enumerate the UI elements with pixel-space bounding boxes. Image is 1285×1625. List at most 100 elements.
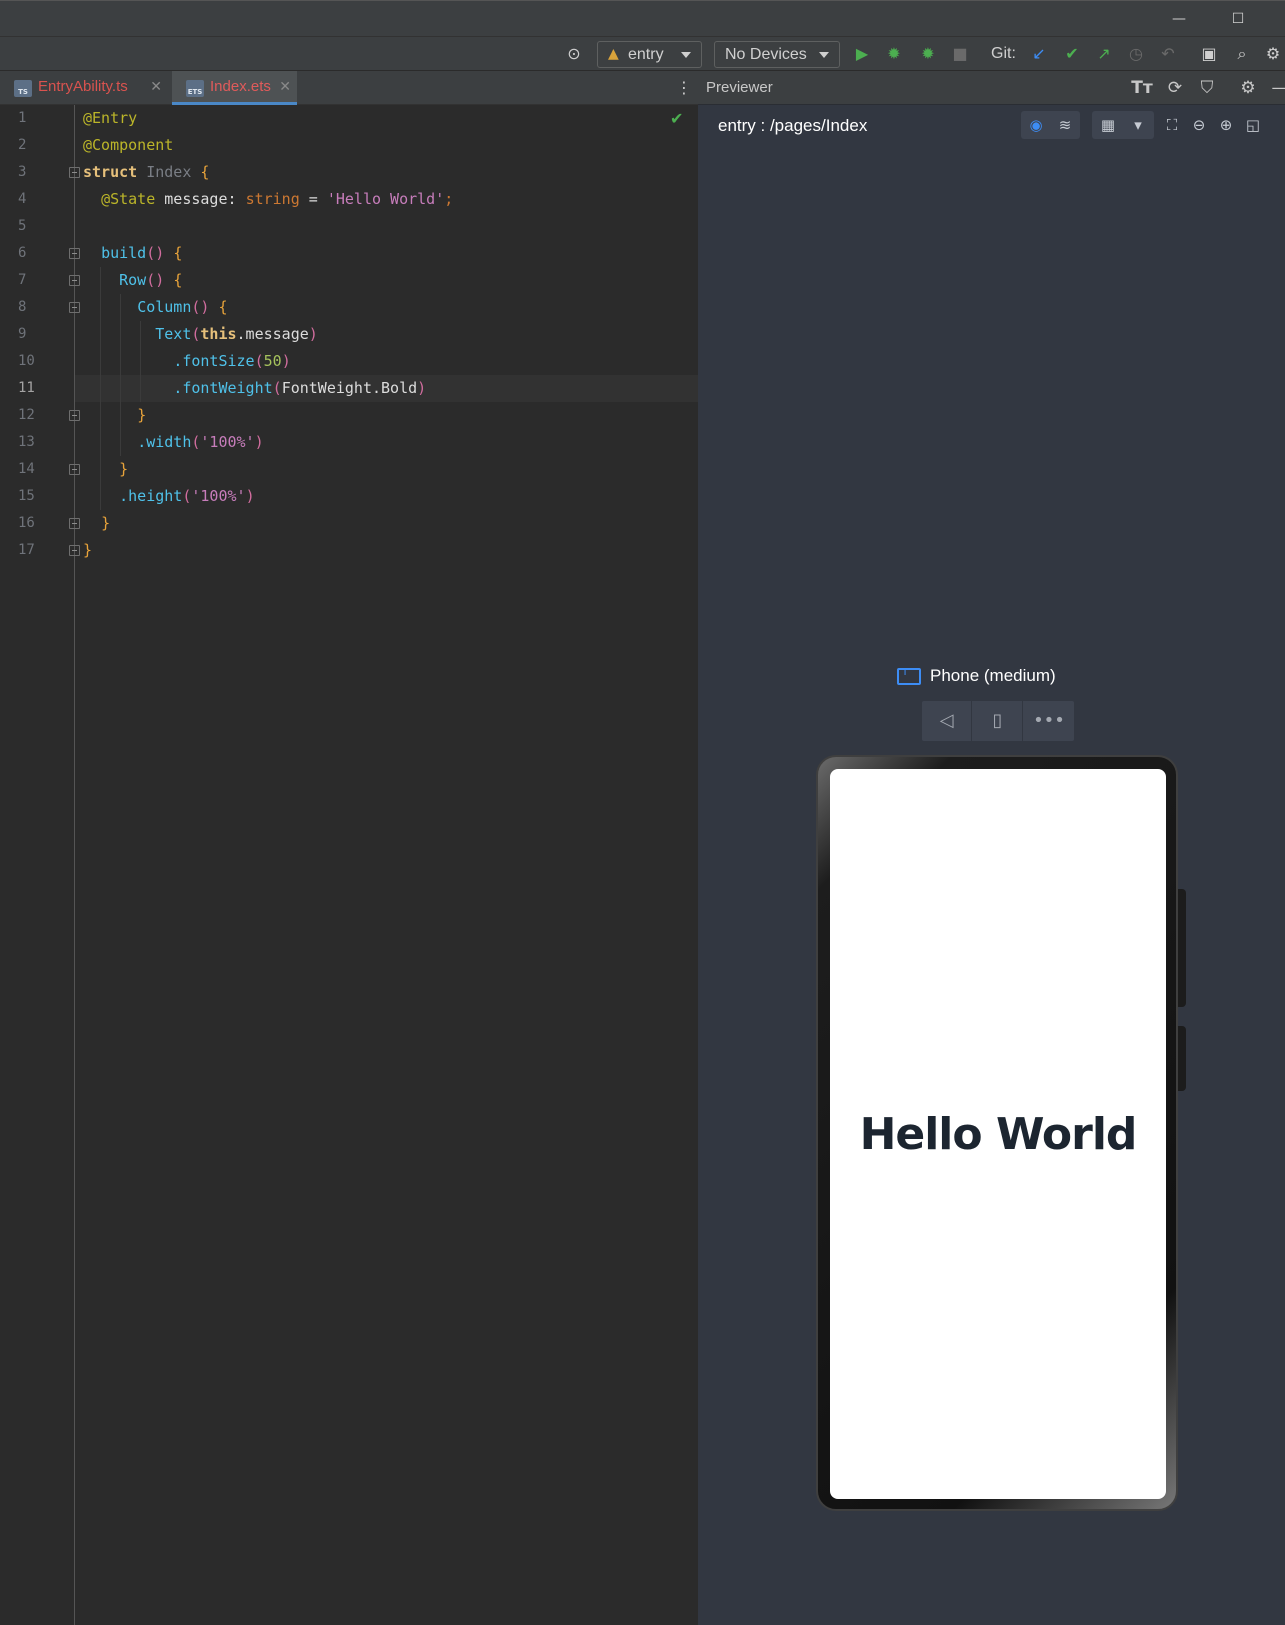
debug-icon[interactable]: ✹ xyxy=(883,43,905,65)
more-icon[interactable]: ••• xyxy=(1024,701,1074,741)
line-number: 15 xyxy=(18,488,35,504)
back-icon[interactable]: ◁ xyxy=(922,701,972,741)
git-label: Git: xyxy=(991,45,1016,62)
history-icon[interactable]: ◷ xyxy=(1125,43,1147,65)
module-icon: ▲ xyxy=(608,46,619,62)
page-path: entry : /pages/Index xyxy=(718,116,868,135)
phone-screen[interactable]: Hello World xyxy=(830,769,1166,1499)
code-line[interactable]: Column() { xyxy=(83,294,227,321)
line-number: 11 xyxy=(18,380,35,396)
fold-marker-icon[interactable] xyxy=(69,167,80,178)
target-icon[interactable]: ⊙ xyxy=(563,43,585,65)
rollback-icon[interactable]: ↶ xyxy=(1157,43,1179,65)
code-line[interactable]: .fontSize(50) xyxy=(83,348,290,375)
code-token: } xyxy=(83,541,93,559)
code-line[interactable]: .height('100%') xyxy=(83,483,254,510)
code-line[interactable]: Text(this.message) xyxy=(83,321,318,348)
tab-entryability[interactable]: TS EntryAbility.ts ✕ xyxy=(0,71,168,105)
line-number: 6 xyxy=(18,245,27,261)
code-line[interactable]: .width('100%') xyxy=(83,429,263,456)
tab-index[interactable]: ETS Index.ets ✕ xyxy=(172,71,297,105)
code-line[interactable]: .fontWeight(FontWeight.Bold) xyxy=(83,375,426,402)
close-icon[interactable]: ✕ xyxy=(150,71,162,103)
previewer-header: Previewer Tт ⟳ ⛉ ⚙ — xyxy=(698,71,1285,105)
line-number: 14 xyxy=(18,461,35,477)
code-editor[interactable]: 1 2 3 4 5 6 7 8 9 10 11 12 13 14 15 16 17 ✔ @Entry @Compo… xyxy=(0,105,698,1625)
code-line[interactable]: @State message: string = 'Hello World'; xyxy=(83,186,453,213)
zoom-out-icon[interactable]: ⊖ xyxy=(1187,111,1211,139)
fold-marker-icon[interactable] xyxy=(69,545,80,556)
code-line[interactable]: } xyxy=(83,537,92,564)
code-token: } xyxy=(119,460,129,478)
code-token: message xyxy=(155,190,228,208)
code-line[interactable]: struct Index { xyxy=(83,159,209,186)
line-number: 16 xyxy=(18,515,35,531)
git-push-icon[interactable]: ↗ xyxy=(1093,43,1115,65)
ets-file-icon: ETS xyxy=(186,80,204,97)
code-line[interactable]: Row() { xyxy=(83,267,182,294)
phone-side-button xyxy=(1178,889,1186,1007)
run-icon[interactable]: ▶ xyxy=(851,43,873,65)
code-token: () xyxy=(146,271,165,289)
inspector-icon[interactable]: ◉ xyxy=(1023,111,1049,139)
maximize-button[interactable]: ☐ xyxy=(1227,9,1249,29)
code-token: .width xyxy=(137,433,192,451)
fold-marker-icon[interactable] xyxy=(69,248,80,259)
minimize-button[interactable]: — xyxy=(1168,9,1190,29)
code-token: } xyxy=(101,514,111,532)
code-line[interactable]: @Entry xyxy=(83,105,137,132)
project-structure-icon[interactable]: ▣ xyxy=(1198,43,1220,65)
zoom-in-icon[interactable]: ⊕ xyxy=(1214,111,1238,139)
fold-marker-icon[interactable] xyxy=(69,302,80,313)
code-line[interactable]: } xyxy=(83,402,146,429)
close-icon[interactable]: ✕ xyxy=(279,71,291,103)
settings-gear-icon[interactable]: ⚙ xyxy=(1262,43,1284,65)
font-size-icon[interactable]: Tт xyxy=(1130,77,1154,99)
device-combo-label: No Devices xyxy=(725,46,807,63)
grid-icon[interactable]: ▦ xyxy=(1094,111,1122,139)
code-token: ) xyxy=(308,325,318,343)
fit-screen-icon[interactable]: ⛶ xyxy=(1160,111,1184,139)
fold-marker-icon[interactable] xyxy=(69,518,80,529)
git-commit-icon[interactable]: ✔ xyxy=(1061,43,1083,65)
git-update-icon[interactable]: ↙ xyxy=(1028,43,1050,65)
code-token: '100%' xyxy=(200,433,255,451)
code-line[interactable]: build() { xyxy=(83,240,182,267)
code-token: () xyxy=(191,298,210,316)
settings-gear-icon[interactable]: ⚙ xyxy=(1236,77,1260,99)
fold-marker-icon[interactable] xyxy=(69,464,80,475)
code-line[interactable]: } xyxy=(83,510,110,537)
chevron-down-icon[interactable]: ▾ xyxy=(1125,111,1151,139)
tab-label: Index.ets xyxy=(210,78,271,95)
line-number: 7 xyxy=(18,272,27,288)
more-options-icon[interactable]: ⋮ xyxy=(676,78,692,98)
device-combo[interactable]: No Devices xyxy=(714,41,840,68)
refresh-icon[interactable]: ⟳ xyxy=(1163,77,1187,99)
stop-icon[interactable]: ■ xyxy=(949,43,971,65)
search-icon[interactable]: ⌕ xyxy=(1231,43,1253,65)
line-number: 4 xyxy=(18,191,27,207)
code-line[interactable]: @Component xyxy=(83,132,173,159)
hide-panel-icon[interactable]: — xyxy=(1268,77,1285,99)
attach-debugger-icon[interactable]: ✹ xyxy=(917,43,939,65)
device-controls: ◁ ▯ ••• xyxy=(922,701,1074,741)
plugin-icon[interactable]: ⛉ xyxy=(1195,77,1219,99)
fold-marker-icon[interactable] xyxy=(69,410,80,421)
original-size-icon[interactable]: ◱ xyxy=(1241,111,1265,139)
code-token: Row xyxy=(119,271,147,289)
line-gutter: 1 2 3 4 5 6 7 8 9 10 11 12 13 14 15 16 17 xyxy=(0,105,80,1625)
module-combo[interactable]: ▲ entry xyxy=(597,41,702,68)
layers-icon[interactable]: ≋ xyxy=(1052,111,1078,139)
fold-marker-icon[interactable] xyxy=(69,275,80,286)
previewer-panel: Previewer Tт ⟳ ⛉ ⚙ — entry : /pages/Inde… xyxy=(698,71,1285,1625)
code-token: Index xyxy=(146,163,192,181)
rotate-icon[interactable]: ▯ xyxy=(973,701,1023,741)
code-token: build xyxy=(101,244,147,262)
code-line[interactable]: } xyxy=(83,456,128,483)
tab-label: EntryAbility.ts xyxy=(38,78,128,95)
code-token: } xyxy=(137,406,147,424)
